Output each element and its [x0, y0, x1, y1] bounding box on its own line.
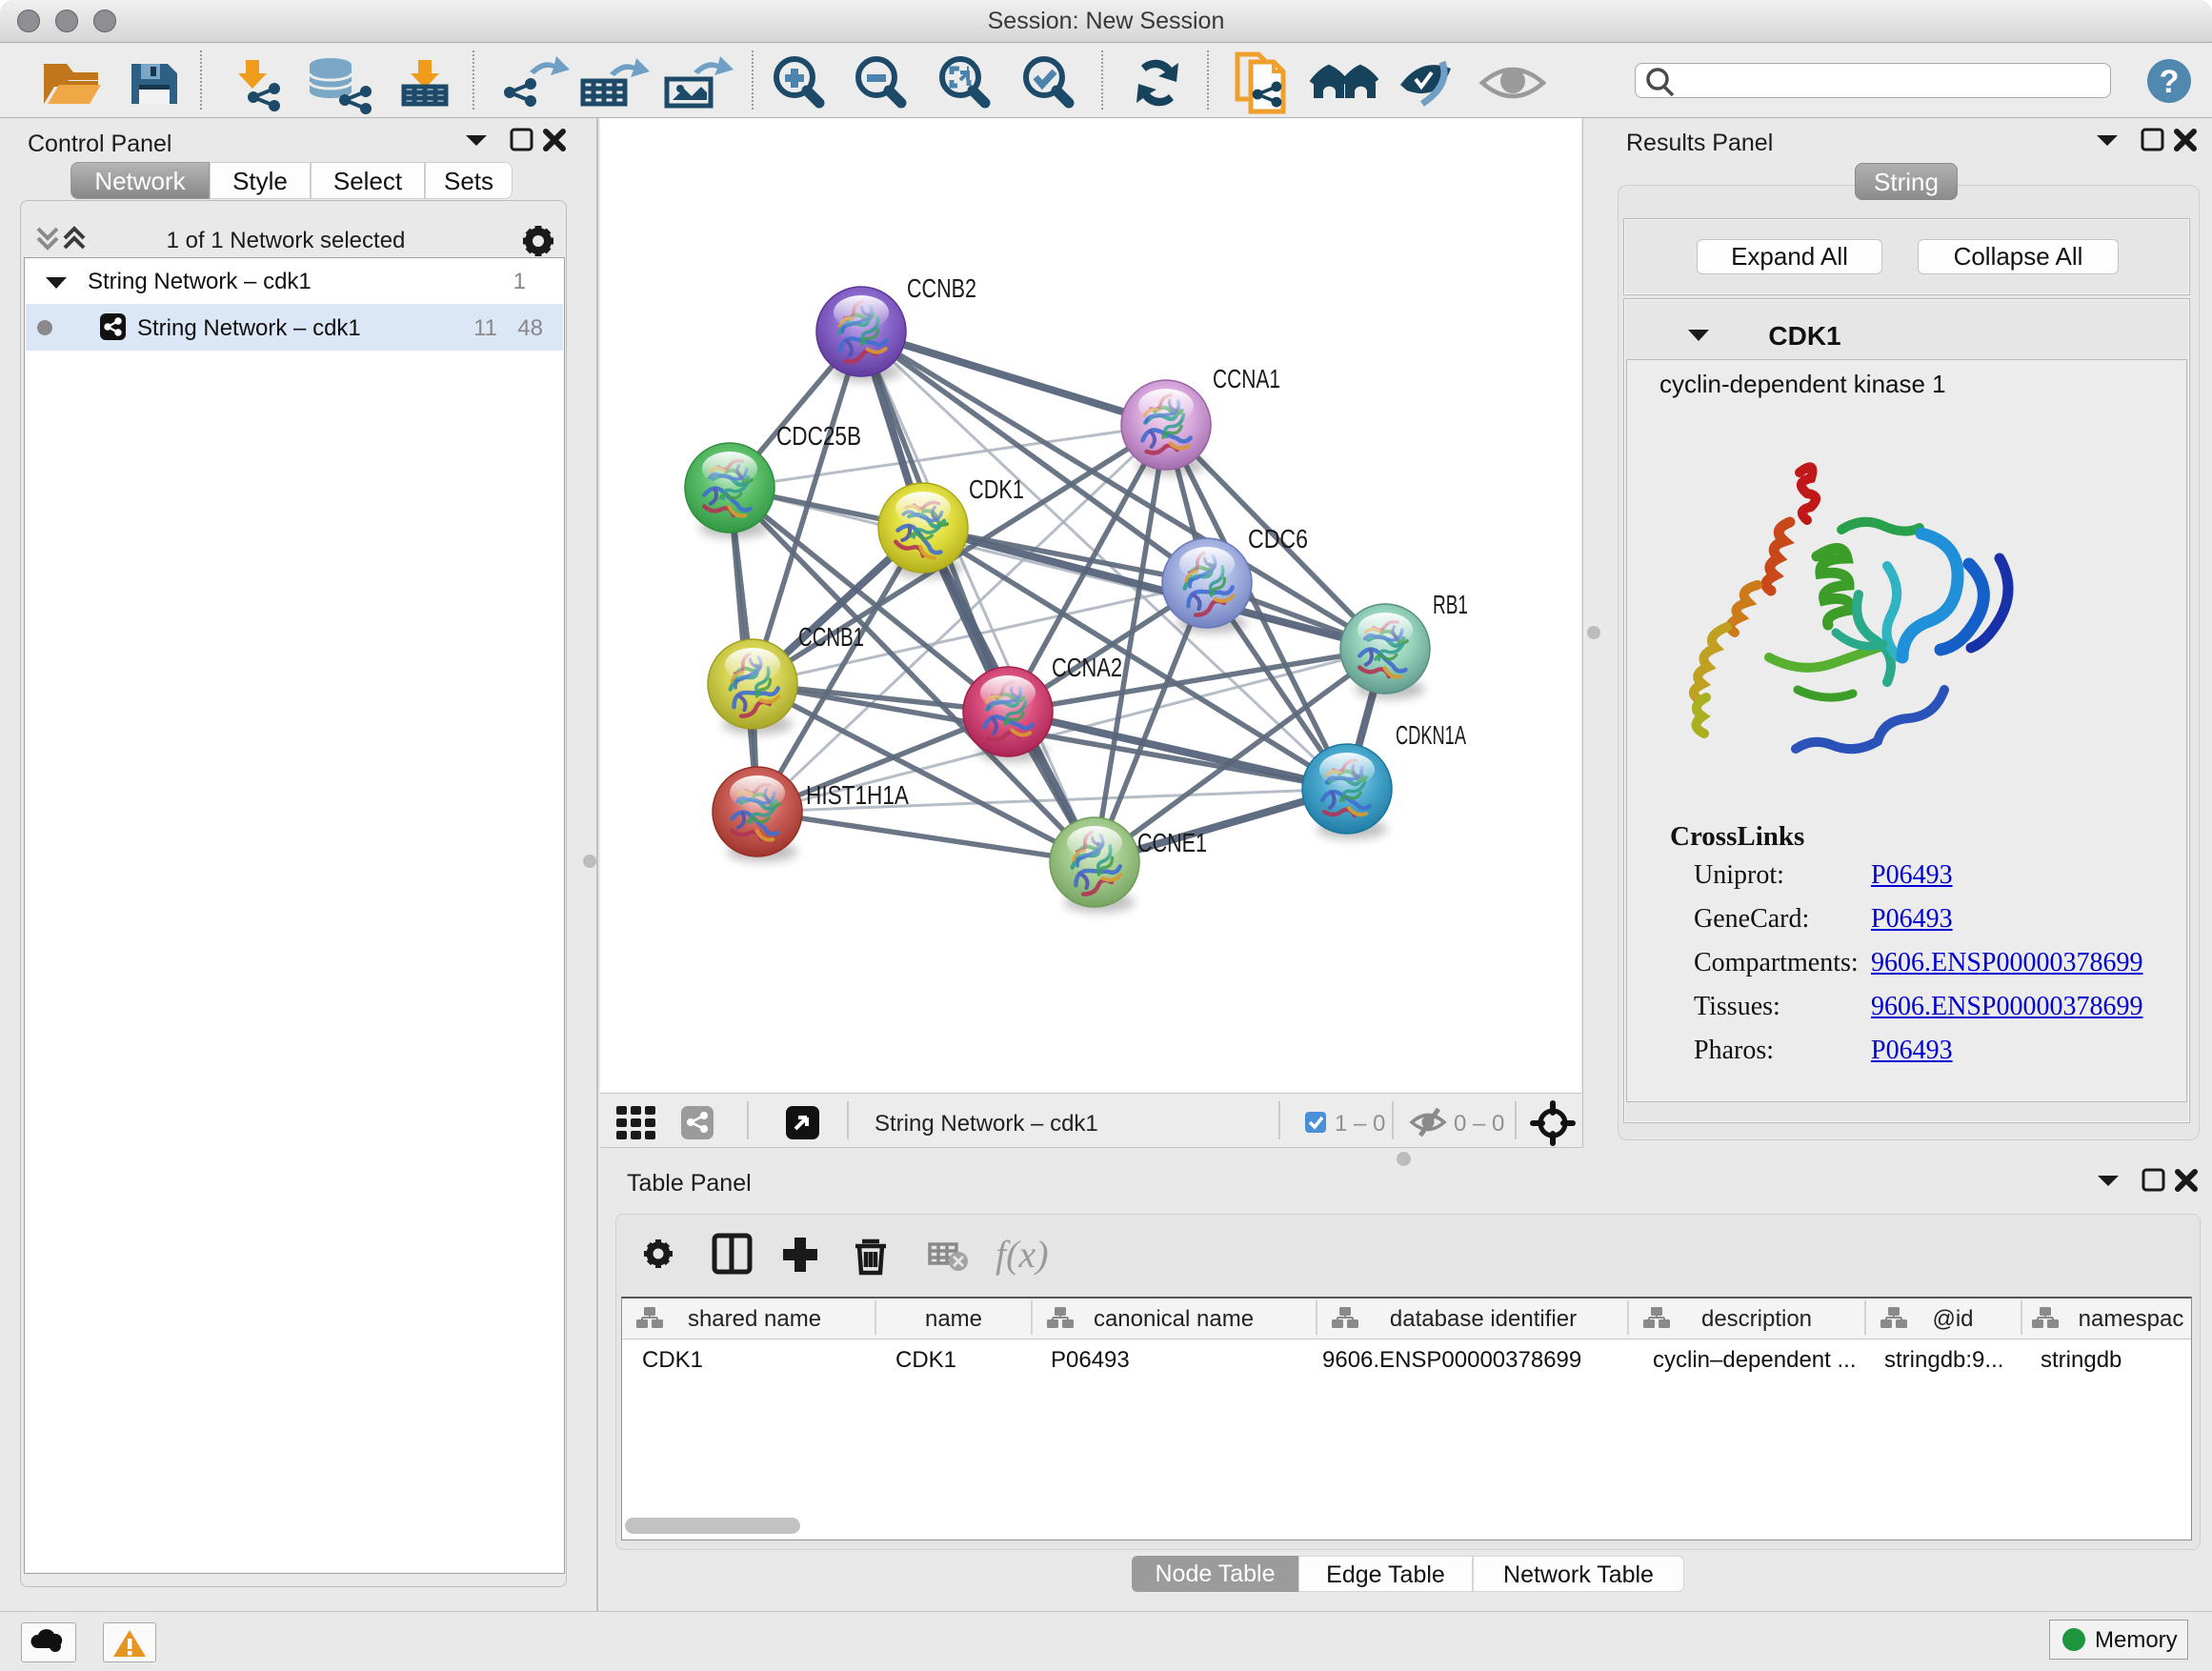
svg-text:CCNA2: CCNA2 [1052, 653, 1122, 682]
svg-text:@id: @id [1932, 1306, 1973, 1332]
svg-text:namespac: namespac [2079, 1306, 2184, 1332]
svg-text:database identifier: database identifier [1390, 1306, 1577, 1332]
svg-text:CDK1: CDK1 [642, 1347, 703, 1373]
svg-text:description: description [1701, 1306, 1812, 1332]
svg-text:P06493: P06493 [1051, 1347, 1130, 1373]
svg-text:f(x): f(x) [995, 1233, 1049, 1276]
svg-text:shared name: shared name [688, 1306, 821, 1332]
svg-text:RB1: RB1 [1433, 590, 1468, 619]
svg-text:canonical name: canonical name [1094, 1306, 1254, 1332]
svg-text:CDC6: CDC6 [1248, 524, 1308, 554]
svg-text:CDK1: CDK1 [969, 474, 1024, 504]
svg-text:CDKN1A: CDKN1A [1396, 720, 1466, 750]
svg-text:String Network – cdk1: String Network – cdk1 [875, 1111, 1098, 1137]
svg-text:1 – 0: 1 – 0 [1335, 1111, 1385, 1137]
svg-text:0 – 0: 0 – 0 [1454, 1111, 1504, 1137]
svg-text:stringdb:9...: stringdb:9... [1884, 1347, 2003, 1373]
svg-text:stringdb: stringdb [2041, 1347, 2122, 1373]
svg-text:CDC25B: CDC25B [776, 421, 861, 451]
svg-text:CCNE1: CCNE1 [1137, 828, 1207, 857]
svg-text:CCNB2: CCNB2 [907, 273, 976, 303]
svg-text:CDK1: CDK1 [895, 1347, 956, 1373]
svg-text:CCNA1: CCNA1 [1213, 364, 1280, 393]
svg-text:?: ? [2160, 64, 2180, 100]
svg-text:CCNB1: CCNB1 [798, 622, 864, 652]
svg-text:cyclin–dependent ...: cyclin–dependent ... [1653, 1347, 1856, 1373]
svg-text:9606.ENSP00000378699: 9606.ENSP00000378699 [1322, 1347, 1581, 1373]
svg-text:name: name [925, 1306, 982, 1332]
svg-text:HIST1H1A: HIST1H1A [806, 780, 909, 810]
